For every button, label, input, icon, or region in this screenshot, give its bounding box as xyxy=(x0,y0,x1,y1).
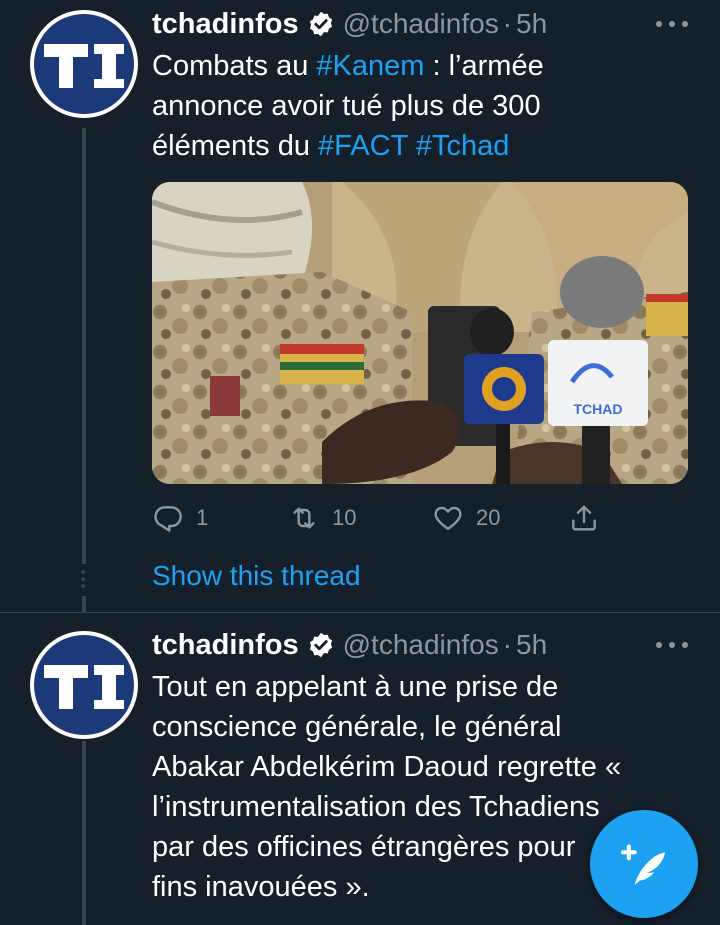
tweet-header: tchadinfos @tchadinfos · 5h xyxy=(152,625,547,665)
text-span: annonce avoir tué plus de 300 xyxy=(152,90,541,122)
avatar[interactable] xyxy=(30,10,138,118)
compose-tweet-button[interactable] xyxy=(590,810,698,918)
retweet-icon xyxy=(293,507,315,529)
display-name[interactable]: tchadinfos xyxy=(152,8,299,41)
text-line: Combats au #Kanem : l’armée xyxy=(152,46,672,86)
display-name[interactable]: tchadinfos xyxy=(152,629,299,662)
retweet-count: 10 xyxy=(332,505,357,530)
hashtag-kanem[interactable]: #Kanem xyxy=(316,50,424,82)
text-line: annonce avoir tué plus de 300 xyxy=(152,86,672,126)
timestamp[interactable]: 5h xyxy=(516,8,547,40)
show-thread-link[interactable]: Show this thread xyxy=(152,560,361,592)
verified-badge-icon xyxy=(309,632,332,658)
more-options-icon[interactable] xyxy=(656,635,688,655)
thread-line xyxy=(82,741,86,925)
reply-icon xyxy=(154,506,182,532)
tweet-header: tchadinfos @tchadinfos · 5h xyxy=(152,4,547,44)
share-icon xyxy=(572,505,596,531)
hashtag-fact[interactable]: #FACT xyxy=(318,130,408,162)
tweet[interactable]: tchadinfos @tchadinfos · 5h Combats au #… xyxy=(0,0,720,612)
heart-icon xyxy=(434,506,462,530)
tchadinfos-logo xyxy=(44,44,124,88)
timestamp[interactable]: 5h xyxy=(516,629,547,661)
separator-dot: · xyxy=(502,8,513,39)
text-span: éléments du xyxy=(152,130,319,162)
separator-dot: · xyxy=(502,629,513,660)
handle[interactable]: @tchadinfos xyxy=(343,629,499,661)
reply-count: 1 xyxy=(196,505,209,530)
hashtag-tchad[interactable]: #Tchad xyxy=(416,130,510,162)
handle[interactable]: @tchadinfos xyxy=(343,8,499,40)
reply-button[interactable]: 1 xyxy=(152,498,208,538)
thread-line xyxy=(82,128,86,564)
more-options-icon[interactable] xyxy=(656,14,688,34)
text-line: éléments du #FACT #Tchad xyxy=(152,126,672,166)
thread-dots xyxy=(81,570,87,590)
text-line: conscience générale, le général xyxy=(152,711,562,743)
verified-badge-icon xyxy=(309,11,332,37)
avatar[interactable] xyxy=(30,631,138,739)
text-line: Abakar Abdelkérim Daoud regrette « xyxy=(152,751,622,783)
like-button[interactable]: 20 xyxy=(432,498,500,538)
share-button[interactable] xyxy=(568,498,600,538)
tweet-media-photo[interactable]: TCHAD xyxy=(152,182,688,484)
text-span: : l’armée xyxy=(424,50,544,82)
tchadinfos-logo xyxy=(44,665,124,709)
text-span xyxy=(408,130,416,162)
text-span: Combats au xyxy=(152,50,317,82)
mic-flag-text: TCHAD xyxy=(574,401,623,417)
tweet-actions: 1 10 20 xyxy=(152,498,622,538)
tweet-text: Combats au #Kanem : l’armée annonce avoi… xyxy=(152,46,672,166)
like-count: 20 xyxy=(476,505,501,530)
retweet-button[interactable]: 10 xyxy=(288,498,356,538)
photo-soldiers-microphones: TCHAD xyxy=(152,182,688,484)
compose-tweet-icon xyxy=(620,844,665,885)
text-line: Tout en appelant à une prise de xyxy=(152,671,559,703)
thread-line xyxy=(82,596,86,612)
